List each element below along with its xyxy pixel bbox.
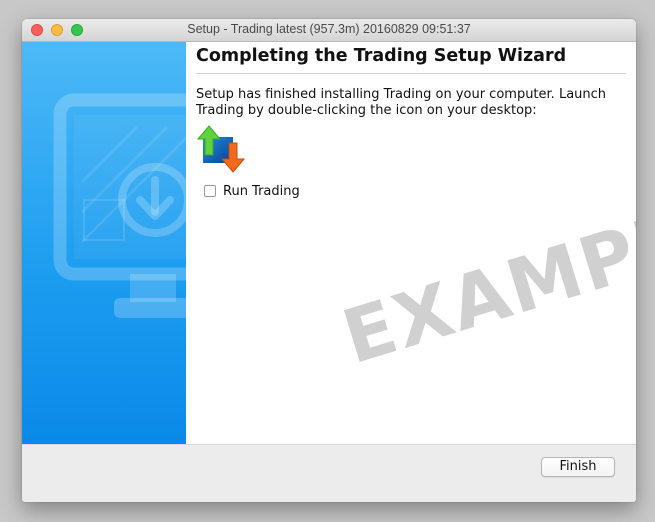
heading-divider xyxy=(196,73,626,74)
trading-app-icon xyxy=(196,125,246,173)
page-title: Completing the Trading Setup Wizard xyxy=(196,46,567,66)
window-title: Setup - Trading latest (957.3m) 20160829… xyxy=(187,22,471,36)
run-trading-label[interactable]: Run Trading xyxy=(223,184,300,199)
finish-button[interactable]: Finish xyxy=(541,457,615,477)
completion-message: Setup has finished installing Trading on… xyxy=(196,87,607,118)
setup-window: Setup - Trading latest (957.3m) 20160829… xyxy=(22,19,636,502)
run-trading-checkbox[interactable] xyxy=(204,185,216,197)
wizard-content-panel: Completing the Trading Setup Wizard Setu… xyxy=(186,42,636,444)
run-trading-option[interactable]: Run Trading xyxy=(204,182,300,200)
monitor-download-icon xyxy=(53,93,186,318)
example-watermark: EXAMPLE xyxy=(333,180,636,382)
title-bar[interactable]: Setup - Trading latest (957.3m) 20160829… xyxy=(22,19,636,42)
wizard-footer: Finish xyxy=(22,444,636,502)
wizard-sidebar-banner xyxy=(22,42,186,444)
